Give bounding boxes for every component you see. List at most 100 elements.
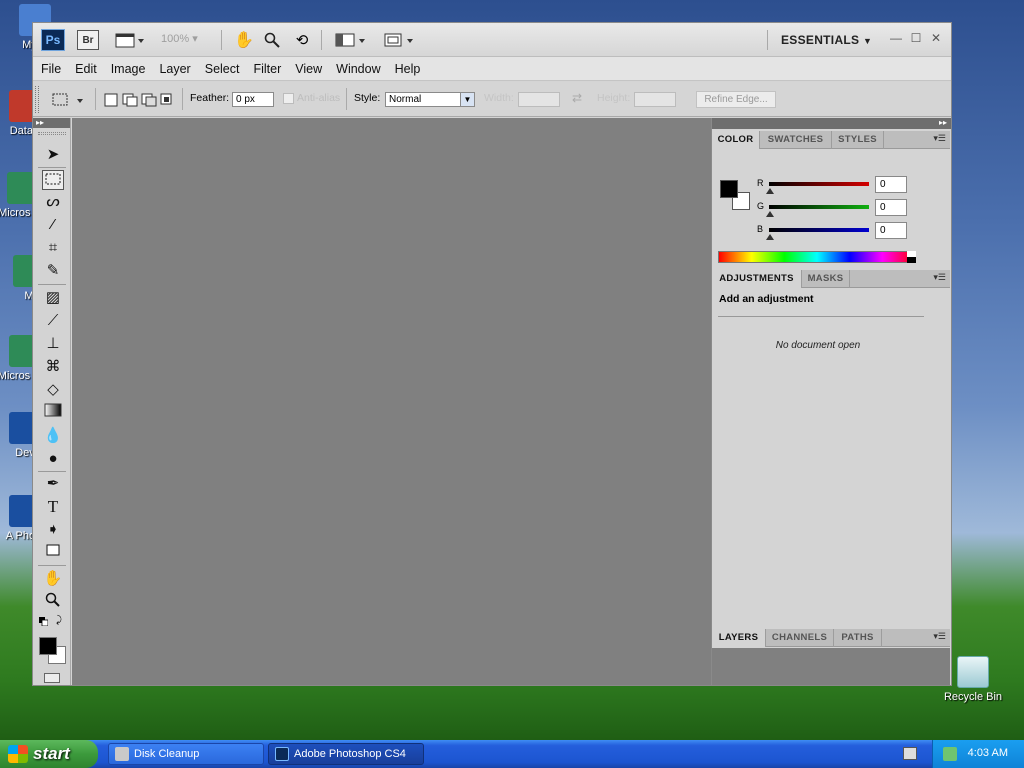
screen-mode-button[interactable] (381, 29, 417, 51)
type-tool[interactable]: T (42, 497, 64, 517)
keyboard-icon[interactable] (903, 747, 917, 760)
eyedropper-tool[interactable]: ✎ (42, 261, 64, 281)
red-slider[interactable] (769, 182, 869, 186)
feather-input[interactable]: 0 px (232, 92, 274, 107)
style-select[interactable]: Normal ▼ (385, 92, 475, 107)
green-slider[interactable] (769, 205, 869, 209)
close-button[interactable]: ✕ (929, 31, 943, 45)
move-tool[interactable]: ➤ (42, 145, 64, 165)
menu-edit[interactable]: Edit (75, 62, 97, 76)
quick-mask-button[interactable] (44, 673, 60, 683)
workspace-switcher[interactable]: ESSENTIALS ▼ (781, 33, 872, 47)
refine-edge-button[interactable]: Refine Edge... (696, 91, 776, 108)
green-value-input[interactable]: 0 (875, 199, 907, 216)
arrange-documents-button[interactable] (333, 29, 369, 51)
green-slider-thumb[interactable] (766, 211, 774, 217)
menu-image[interactable]: Image (111, 62, 146, 76)
launch-bridge-button[interactable]: Br (77, 30, 99, 50)
menu-help[interactable]: Help (395, 62, 421, 76)
bandage-icon: ▨ (45, 289, 61, 306)
minimize-button[interactable]: — (889, 31, 903, 45)
eraser-icon: ◇ (47, 381, 59, 398)
swap-dimensions-icon[interactable]: ⇄ (572, 91, 582, 105)
history-brush-icon: ⌘ (45, 358, 61, 375)
view-extras-button[interactable] (113, 29, 147, 51)
blue-slider-thumb[interactable] (766, 234, 774, 240)
taskbar: start Disk Cleanup Adobe Photoshop CS4 4… (0, 740, 1024, 768)
clone-stamp-tool[interactable]: ⊥ (42, 334, 64, 354)
taskbar-item-disk-cleanup[interactable]: Disk Cleanup (108, 743, 264, 765)
dodge-tool[interactable]: ● (42, 449, 64, 469)
path-selection-tool[interactable]: ➧ (42, 520, 64, 540)
default-colors-button[interactable] (39, 617, 49, 627)
menu-file[interactable]: File (41, 62, 61, 76)
panel-menu-icon[interactable]: ▾☰ (933, 133, 946, 144)
spot-healing-brush-tool[interactable]: ▨ (42, 288, 64, 308)
gradient-tool[interactable] (42, 403, 64, 423)
network-icon[interactable] (943, 747, 957, 761)
panel-menu-icon[interactable]: ▾☰ (933, 631, 946, 642)
tools-panel-collapse-button[interactable]: ▸▸ (33, 118, 70, 128)
brush-tool[interactable]: ⟋ (42, 311, 64, 331)
eraser-tool[interactable]: ◇ (42, 380, 64, 400)
red-value-input[interactable]: 0 (875, 176, 907, 193)
pen-tool[interactable]: ✒ (42, 474, 64, 494)
tab-masks[interactable]: MASKS (802, 270, 850, 288)
selection-mode-icons[interactable] (103, 92, 175, 108)
color-spectrum-ramp[interactable] (718, 251, 916, 263)
blue-value-input[interactable]: 0 (875, 222, 907, 239)
photoshop-logo[interactable]: Ps (41, 29, 65, 51)
panel-menu-icon[interactable]: ▾☰ (933, 272, 946, 283)
zoom-tool-button[interactable] (261, 29, 283, 51)
blue-slider[interactable] (769, 228, 869, 232)
tab-styles[interactable]: STYLES (832, 131, 884, 149)
tab-layers[interactable]: LAYERS (712, 629, 766, 647)
menu-view[interactable]: View (295, 62, 322, 76)
menu-bar: File Edit Image Layer Select Filter View… (33, 57, 951, 81)
menu-filter[interactable]: Filter (253, 62, 281, 76)
foreground-color-swatch[interactable] (39, 637, 57, 655)
lasso-tool[interactable]: ᔕ (42, 192, 64, 212)
width-input[interactable] (518, 92, 560, 107)
tab-swatches[interactable]: SWATCHES (760, 131, 832, 149)
panel-dock-collapse-button[interactable]: ▸▸ (712, 118, 951, 129)
menu-window[interactable]: Window (336, 62, 380, 76)
zoom-level-dropdown[interactable]: 100% ▾ (161, 32, 209, 48)
tab-paths[interactable]: PATHS (834, 629, 882, 647)
clock[interactable]: 4:03 AM (968, 747, 1008, 759)
stamp-icon: ⊥ (46, 335, 60, 352)
tab-adjustments[interactable]: ADJUSTMENTS (712, 270, 802, 288)
brush-icon: ⟋ (47, 312, 59, 329)
rectangular-marquee-tool[interactable] (42, 170, 64, 190)
swap-colors-icon[interactable]: ⤸ (56, 615, 62, 626)
tool-preset-picker[interactable] (51, 91, 91, 109)
height-input[interactable] (634, 92, 676, 107)
hand-tool-button[interactable]: ✋ (233, 29, 255, 51)
history-brush-tool[interactable]: ⌘ (42, 357, 64, 377)
anti-alias-checkbox[interactable] (283, 93, 294, 104)
crop-tool[interactable]: ⌗ (42, 238, 64, 258)
separator (38, 167, 66, 168)
rotate-view-tool-button[interactable]: ⟲ (291, 29, 313, 51)
rectangle-tool[interactable] (42, 543, 64, 563)
hand-tool[interactable]: ✋ (42, 569, 64, 589)
tab-color[interactable]: COLOR (712, 131, 760, 149)
menu-layer[interactable]: Layer (159, 62, 190, 76)
drop-icon: 💧 (43, 427, 63, 444)
start-button[interactable]: start (0, 740, 98, 768)
document-canvas-area[interactable] (72, 118, 711, 685)
color-panel-foreground-swatch[interactable] (720, 180, 738, 198)
maximize-button[interactable]: ☐ (909, 31, 923, 45)
tools-grip[interactable] (38, 132, 66, 135)
black-white-ramp[interactable] (907, 251, 916, 263)
green-channel-label: G (757, 201, 765, 211)
options-grip[interactable] (35, 86, 39, 113)
menu-select[interactable]: Select (205, 62, 240, 76)
arrange-documents-icon (335, 33, 365, 47)
red-slider-thumb[interactable] (766, 188, 774, 194)
blur-tool[interactable]: 💧 (42, 426, 64, 446)
tab-channels[interactable]: CHANNELS (766, 629, 834, 647)
taskbar-item-photoshop[interactable]: Adobe Photoshop CS4 (268, 743, 424, 765)
quick-selection-tool[interactable]: ⁄ (42, 215, 64, 235)
zoom-tool[interactable] (42, 592, 64, 612)
